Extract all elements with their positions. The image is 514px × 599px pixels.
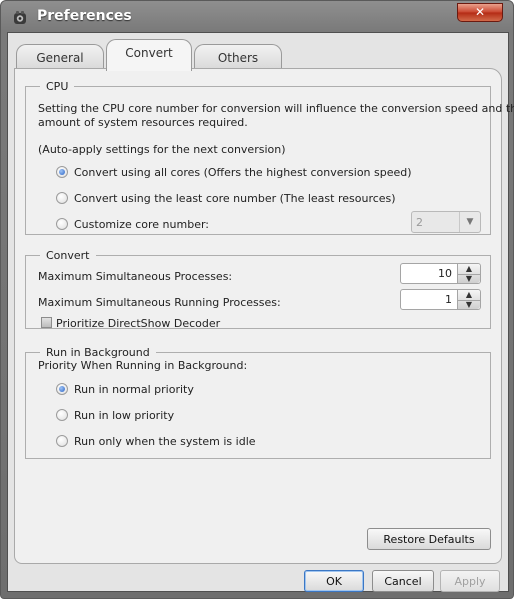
convert-tab-panel: CPU Setting the CPU core number for conv… — [14, 68, 514, 564]
close-icon: ✕ — [474, 5, 486, 19]
spin-down-icon[interactable]: ▼ — [458, 274, 480, 284]
core-number-value: 2 — [416, 216, 423, 229]
ok-button[interactable]: OK — [304, 570, 364, 592]
cpu-description-line1: Setting the CPU core number for conversi… — [38, 102, 514, 115]
radio-customize-cores-label[interactable]: Customize core number: — [74, 218, 209, 231]
tab-others[interactable]: Others — [194, 44, 282, 70]
max-processes-stepper[interactable]: 10 ▲ ▼ — [400, 263, 481, 284]
cpu-description-line2: amount of system resources required. — [38, 116, 248, 129]
app-icon — [14, 11, 26, 24]
radio-all-cores[interactable] — [56, 166, 68, 178]
spin-down-icon[interactable]: ▼ — [458, 300, 480, 310]
directshow-checkbox[interactable] — [41, 317, 52, 328]
title-bar[interactable]: Preferences ✕ — [1, 1, 513, 33]
max-processes-spin-buttons: ▲ ▼ — [457, 264, 480, 283]
max-running-stepper[interactable]: 1 ▲ ▼ — [400, 289, 481, 310]
max-running-spin-buttons: ▲ ▼ — [457, 290, 480, 309]
radio-least-cores-label[interactable]: Convert using the least core number (The… — [74, 192, 396, 205]
radio-low-priority[interactable] — [56, 409, 68, 421]
radio-least-cores[interactable] — [56, 192, 68, 204]
radio-low-priority-label[interactable]: Run in low priority — [74, 409, 174, 422]
dialog-body: General Convert Others CPU Setting the C… — [7, 32, 514, 592]
cancel-button[interactable]: Cancel — [372, 570, 434, 592]
max-processes-label: Maximum Simultaneous Processes: — [38, 270, 233, 283]
cpu-group-title: CPU — [46, 80, 69, 93]
apply-button[interactable]: Apply — [440, 570, 500, 592]
tab-general[interactable]: General — [16, 44, 104, 70]
max-running-value[interactable]: 1 — [401, 290, 456, 309]
close-button[interactable]: ✕ — [457, 3, 503, 22]
preferences-window: Preferences ✕ General Convert Others CPU… — [0, 0, 514, 599]
core-number-select[interactable]: 2 ▼ — [411, 211, 481, 233]
chevron-down-icon[interactable]: ▼ — [459, 212, 480, 232]
background-group-title: Run in Background — [46, 346, 150, 359]
background-priority-label: Priority When Running in Background: — [38, 359, 248, 372]
radio-normal-priority[interactable] — [56, 383, 68, 395]
max-running-label: Maximum Simultaneous Running Processes: — [38, 296, 281, 309]
max-processes-value[interactable]: 10 — [401, 264, 456, 283]
radio-all-cores-label[interactable]: Convert using all cores (Offers the high… — [74, 166, 412, 179]
window-title: Preferences — [37, 8, 132, 24]
convert-group-title: Convert — [46, 249, 90, 262]
radio-normal-priority-label[interactable]: Run in normal priority — [74, 383, 194, 396]
directshow-label[interactable]: Prioritize DirectShow Decoder — [56, 317, 220, 330]
tab-convert[interactable]: Convert — [106, 39, 192, 71]
radio-idle-priority[interactable] — [56, 435, 68, 447]
radio-idle-priority-label[interactable]: Run only when the system is idle — [74, 435, 256, 448]
auto-apply-note: (Auto-apply settings for the next conver… — [38, 143, 286, 156]
restore-defaults-button[interactable]: Restore Defaults — [367, 528, 491, 550]
radio-customize-cores[interactable] — [56, 218, 68, 230]
